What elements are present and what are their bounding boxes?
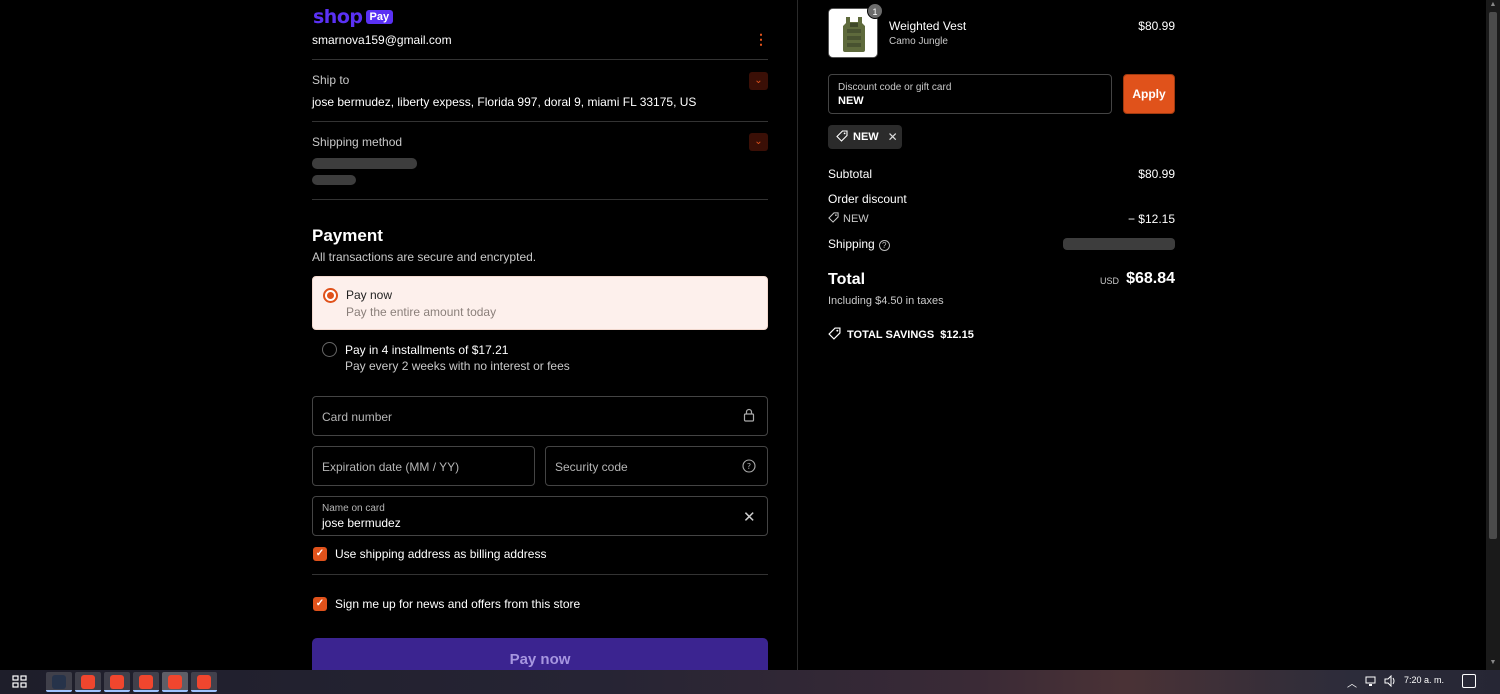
payment-option-desc: Pay every 2 weeks with no interest or fe… bbox=[345, 359, 570, 373]
tag-icon bbox=[828, 212, 839, 226]
payment-option-installments[interactable]: Pay in 4 installments of $17.21 Pay ever… bbox=[312, 332, 768, 382]
help-circle-icon[interactable]: ? bbox=[742, 459, 756, 476]
tax-note: Including $4.50 in taxes bbox=[828, 295, 944, 307]
taskbar-app-browser[interactable] bbox=[104, 672, 130, 692]
product-name: Weighted Vest bbox=[889, 19, 967, 33]
browser-icon bbox=[168, 675, 182, 689]
start-grid-icon[interactable] bbox=[12, 675, 28, 689]
billing-address-checkbox-row[interactable]: ✓ Use shipping address as billing addres… bbox=[313, 547, 546, 561]
checkbox-checked-icon[interactable]: ✓ bbox=[313, 547, 327, 561]
tag-icon bbox=[828, 327, 841, 343]
taskbar-app-browser[interactable] bbox=[191, 672, 217, 692]
discount-amount: − $12.15 bbox=[1127, 212, 1175, 226]
security-code-field[interactable]: Security code ? bbox=[545, 446, 768, 486]
shop-pay-logo-shop: shop bbox=[313, 6, 363, 28]
name-on-card-label: Name on card bbox=[322, 503, 385, 514]
total-label: Total bbox=[828, 271, 866, 288]
discount-code-line: NEW bbox=[828, 212, 869, 226]
payment-option-desc: Pay the entire amount today bbox=[346, 305, 497, 319]
divider bbox=[312, 199, 768, 200]
payment-option-title: Pay in 4 installments of $17.21 bbox=[345, 343, 509, 357]
more-options-icon[interactable]: ⋮ bbox=[754, 31, 768, 47]
total-savings-value: $12.15 bbox=[940, 329, 974, 341]
discount-code-name: NEW bbox=[843, 213, 869, 225]
shipping-label-row: Shipping? bbox=[828, 237, 890, 251]
remove-discount-icon[interactable]: ✕ bbox=[888, 130, 898, 144]
tray-chevron-up-icon[interactable]: ︿ bbox=[1347, 675, 1357, 690]
taskbar-app-browser-focused[interactable] bbox=[162, 672, 188, 692]
discount-code-label: Discount code or gift card bbox=[838, 82, 952, 93]
product-variant: Camo Jungle bbox=[889, 36, 948, 47]
shipping-method-label: Shipping method bbox=[312, 135, 403, 149]
ship-to-label: Ship to bbox=[312, 73, 350, 87]
total-savings-label: TOTAL SAVINGS bbox=[847, 329, 935, 341]
product-price: $80.99 bbox=[1138, 19, 1175, 33]
tag-icon bbox=[836, 129, 848, 145]
card-number-placeholder: Card number bbox=[322, 410, 393, 424]
name-on-card-field[interactable]: Name on card jose bermudez ✕ bbox=[312, 496, 768, 536]
ship-to-expand-chevron-icon[interactable]: ⌄ bbox=[749, 72, 768, 90]
expiry-placeholder: Expiration date (MM / YY) bbox=[322, 460, 460, 474]
apply-discount-button[interactable]: Apply bbox=[1123, 74, 1175, 114]
help-circle-icon[interactable]: ? bbox=[878, 240, 890, 251]
ship-to-address: jose bermudez, liberty expess, Florida 9… bbox=[312, 95, 697, 109]
discount-code-value: NEW bbox=[838, 95, 864, 107]
taskbar-clock[interactable]: 7:20 a. m. bbox=[1404, 675, 1444, 685]
volume-icon[interactable] bbox=[1384, 674, 1398, 690]
notification-center-icon[interactable] bbox=[1462, 674, 1476, 688]
divider bbox=[312, 59, 768, 60]
shipping-method-expand-chevron-icon[interactable]: ⌄ bbox=[749, 133, 768, 151]
account-email: smarnova159@gmail.com bbox=[312, 33, 452, 47]
discount-code-field[interactable]: Discount code or gift card NEW bbox=[828, 74, 1112, 114]
subtotal-label: Subtotal bbox=[828, 167, 873, 181]
expiry-date-field[interactable]: Expiration date (MM / YY) bbox=[312, 446, 535, 486]
browser-icon bbox=[197, 675, 211, 689]
payment-title: Payment bbox=[312, 226, 383, 245]
scroll-up-arrow-icon[interactable]: ▲ bbox=[1489, 1, 1497, 9]
payment-subtitle: All transactions are secure and encrypte… bbox=[312, 250, 537, 264]
security-code-placeholder: Security code bbox=[555, 460, 628, 474]
applied-discount-code: NEW bbox=[853, 131, 879, 143]
os-taskbar: ︿ 7:20 a. m. bbox=[0, 670, 1500, 694]
product-quantity-badge: 1 bbox=[867, 3, 883, 19]
billing-address-checkbox-label: Use shipping address as billing address bbox=[335, 547, 547, 561]
total-currency: USD bbox=[1100, 276, 1120, 286]
subtotal-value: $80.99 bbox=[1138, 167, 1175, 181]
svg-text:?: ? bbox=[747, 462, 751, 471]
name-on-card-value: jose bermudez bbox=[322, 516, 401, 530]
scroll-down-arrow-icon[interactable]: ▼ bbox=[1489, 659, 1497, 667]
total-value: $68.84 bbox=[1126, 270, 1175, 287]
card-number-field[interactable]: Card number bbox=[312, 396, 768, 436]
app-icon bbox=[52, 675, 66, 689]
taskbar-app-explorer[interactable] bbox=[46, 672, 72, 692]
newsletter-checkbox-row[interactable]: ✓ Sign me up for news and offers from th… bbox=[313, 597, 580, 611]
checkbox-checked-icon[interactable]: ✓ bbox=[313, 597, 327, 611]
order-discount-label: Order discount bbox=[828, 192, 907, 206]
radio-unselected[interactable] bbox=[322, 342, 337, 357]
taskbar-app-browser[interactable] bbox=[75, 672, 101, 692]
shop-pay-logo: shop Pay bbox=[313, 6, 394, 28]
shop-pay-logo-pay: Pay bbox=[365, 10, 394, 24]
lock-icon bbox=[743, 408, 755, 425]
page-scrollbar[interactable]: ▲ ▼ bbox=[1486, 0, 1500, 670]
browser-icon bbox=[139, 675, 153, 689]
divider bbox=[312, 121, 768, 122]
radio-selected[interactable] bbox=[323, 288, 338, 303]
payment-option-title: Pay now bbox=[346, 288, 393, 302]
taskbar-app-browser[interactable] bbox=[133, 672, 159, 692]
payment-option-pay-now[interactable]: Pay now Pay the entire amount today bbox=[312, 276, 768, 330]
shipping-cost-loading-skeleton bbox=[1063, 238, 1175, 250]
browser-icon bbox=[81, 675, 95, 689]
scrollbar-thumb[interactable] bbox=[1489, 12, 1497, 539]
total-savings: TOTAL SAVINGS $12.15 bbox=[828, 327, 974, 343]
divider bbox=[312, 574, 768, 575]
newsletter-checkbox-label: Sign me up for news and offers from this… bbox=[335, 597, 581, 611]
applied-discount-chip: NEW ✕ bbox=[828, 125, 902, 149]
shipping-method-loading-skeleton bbox=[312, 175, 356, 185]
shipping-method-loading-skeleton bbox=[312, 158, 417, 169]
shipping-label: Shipping bbox=[828, 237, 875, 251]
browser-icon bbox=[110, 675, 124, 689]
clear-icon[interactable]: ✕ bbox=[743, 508, 756, 526]
network-icon[interactable] bbox=[1365, 675, 1379, 690]
